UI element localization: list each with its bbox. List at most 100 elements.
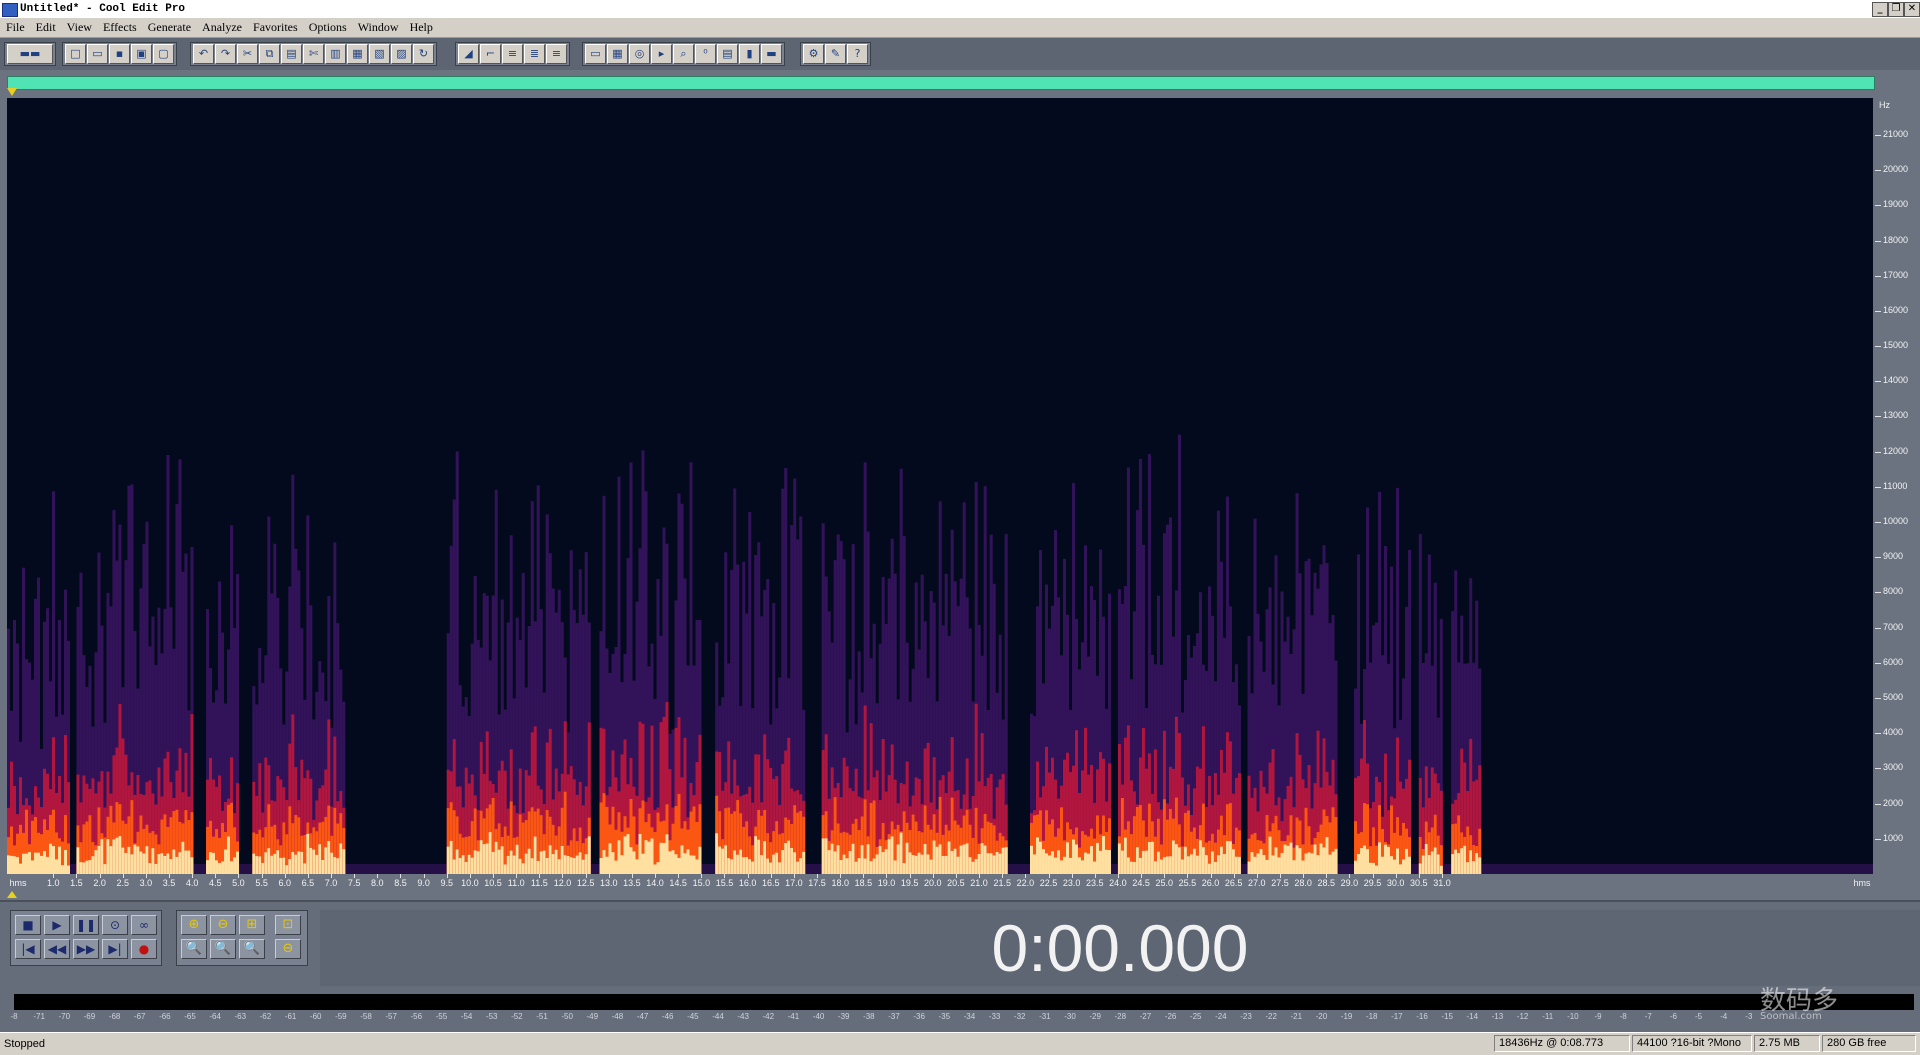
menu-help[interactable]: Help (410, 20, 433, 34)
zoom-out-vertical-icon[interactable]: ⊖ (275, 939, 301, 959)
db-label: -31 (1039, 1012, 1051, 1021)
menu-options[interactable]: Options (309, 20, 347, 34)
spectro-column (294, 854, 298, 874)
go-to-start-button[interactable]: |◀ (15, 939, 41, 959)
restore-button[interactable]: ❐ (1888, 2, 1904, 17)
spectro-column (34, 852, 37, 874)
zoom-out-horizontal-icon[interactable]: ⊖ (210, 915, 236, 935)
fade-icon[interactable]: ⌐ (480, 44, 501, 64)
crop-icon[interactable]: ▨ (391, 44, 412, 64)
spectro-column (1117, 843, 1121, 874)
keyboard-icon[interactable]: ▤ (717, 44, 738, 64)
time-label: 11.0 (507, 878, 525, 888)
spectral-view[interactable] (7, 98, 1873, 874)
spectral-view-icon[interactable]: ▦ (607, 44, 628, 64)
paste-icon[interactable]: ▤ (281, 44, 302, 64)
envelope-icon[interactable]: ◢ (458, 44, 479, 64)
db-label: -41 (787, 1012, 800, 1021)
zoom-to-selection-icon[interactable]: 🔍 (181, 939, 207, 959)
mix-paste-icon[interactable]: ▥ (325, 44, 346, 64)
minimize-button[interactable]: _ (1872, 2, 1888, 17)
spectro-column (551, 854, 555, 874)
stretch-icon[interactable]: ≡ (502, 44, 523, 64)
help-icon[interactable]: ? (847, 44, 868, 64)
zoom-in-vertical-icon[interactable]: ⊡ (275, 915, 301, 935)
spectro-column (1041, 849, 1045, 874)
save-all-icon[interactable]: ▣ (131, 44, 152, 64)
redo-icon[interactable]: ↷ (215, 44, 236, 64)
meter-icon[interactable]: ▮ (739, 44, 760, 64)
playhead-bottom-marker[interactable] (7, 891, 17, 898)
menu-effects[interactable]: Effects (103, 20, 137, 34)
spectro-column (1210, 851, 1214, 874)
record-button[interactable]: ● (131, 939, 157, 959)
spectro-column (932, 840, 936, 874)
menu-view[interactable]: View (67, 20, 92, 34)
insert-icon[interactable]: ▧ (369, 44, 390, 64)
mode-toggle-button[interactable]: ▬▬ (7, 44, 53, 64)
time-label: 7.0 (324, 878, 338, 888)
play-to-end-button[interactable]: ⊙ (102, 915, 128, 935)
copy-icon[interactable]: ⧉ (259, 44, 280, 64)
time-label: 23.0 (1062, 878, 1081, 888)
db-label: -4 (1720, 1012, 1728, 1021)
spectro-column (920, 854, 924, 874)
trim-icon[interactable]: ▦ (347, 44, 368, 64)
zoom-view-icon[interactable]: ⌕ (673, 44, 694, 64)
settings-icon[interactable]: ⚙ (803, 44, 824, 64)
time-view-icon[interactable]: ⁰ (695, 44, 716, 64)
spectro-column (721, 848, 725, 874)
db-label: -26 (1164, 1012, 1177, 1021)
zoom-left-edge-icon[interactable]: 🔍 (210, 939, 236, 959)
spectro-column (181, 841, 185, 874)
play-view-icon[interactable]: ▸ (651, 44, 672, 64)
go-to-end-button[interactable]: ▶| (102, 939, 128, 959)
repeat-icon[interactable]: ↻ (413, 44, 434, 64)
stop-button[interactable]: ■ (15, 915, 41, 935)
app-icon[interactable] (2, 3, 18, 17)
spectro-column (1153, 861, 1157, 874)
open-file-icon[interactable]: ▭ (87, 44, 108, 64)
fast-forward-button[interactable]: ▶▶ (73, 939, 99, 959)
spectro-column (1120, 850, 1124, 874)
db-label: -49 (586, 1012, 599, 1021)
rewind-button[interactable]: ◀◀ (44, 939, 70, 959)
waveform-view-icon[interactable]: ▭ (585, 44, 606, 64)
time-label: 10.5 (484, 878, 502, 888)
zoom-right-edge-icon[interactable]: 🔍 (239, 939, 265, 959)
scissors-icon[interactable]: ✂ (237, 44, 258, 64)
time-label: 6.5 (301, 878, 315, 888)
menu-file[interactable]: File (6, 20, 25, 34)
spectro-column (968, 857, 972, 874)
cut-icon[interactable]: ✄ (303, 44, 324, 64)
playhead-top-marker[interactable] (7, 88, 17, 96)
new-file-icon[interactable]: □ (65, 44, 86, 64)
db-label: -32 (1013, 1012, 1026, 1021)
menu-favorites[interactable]: Favorites (253, 20, 298, 34)
undo-icon[interactable]: ↶ (193, 44, 214, 64)
time-label: 5.5 (255, 878, 268, 888)
time-label: 18.0 (831, 878, 849, 888)
overview-range-bar[interactable] (7, 76, 1875, 90)
pan-view-icon[interactable]: ◎ (629, 44, 650, 64)
spectro-column (488, 832, 492, 874)
status-view-icon[interactable]: ▬ (761, 44, 782, 64)
amplify-icon[interactable]: ≡ (546, 44, 567, 64)
db-label: -36 (913, 1012, 925, 1021)
normalize-icon[interactable]: ≣ (524, 44, 545, 64)
menu-generate[interactable]: Generate (148, 20, 191, 34)
close-file-icon[interactable]: ▢ (153, 44, 174, 64)
zoom-full-icon[interactable]: ⊞ (239, 915, 265, 935)
menu-edit[interactable]: Edit (36, 20, 56, 34)
scripts-icon[interactable]: ✎ (825, 44, 846, 64)
zoom-in-horizontal-icon[interactable]: ⊕ (181, 915, 207, 935)
menu-analyze[interactable]: Analyze (202, 20, 242, 34)
spectro-column (1283, 844, 1287, 874)
pause-button[interactable]: ❚❚ (73, 915, 99, 935)
play-button[interactable]: ▶ (44, 915, 70, 935)
loop-button[interactable]: ∞ (131, 915, 157, 935)
status-format[interactable]: 44100 ?16-bit ?Mono (1632, 1035, 1752, 1052)
menu-window[interactable]: Window (358, 20, 399, 34)
save-icon[interactable]: ▪ (109, 44, 130, 64)
close-button[interactable]: ✕ (1904, 2, 1920, 17)
